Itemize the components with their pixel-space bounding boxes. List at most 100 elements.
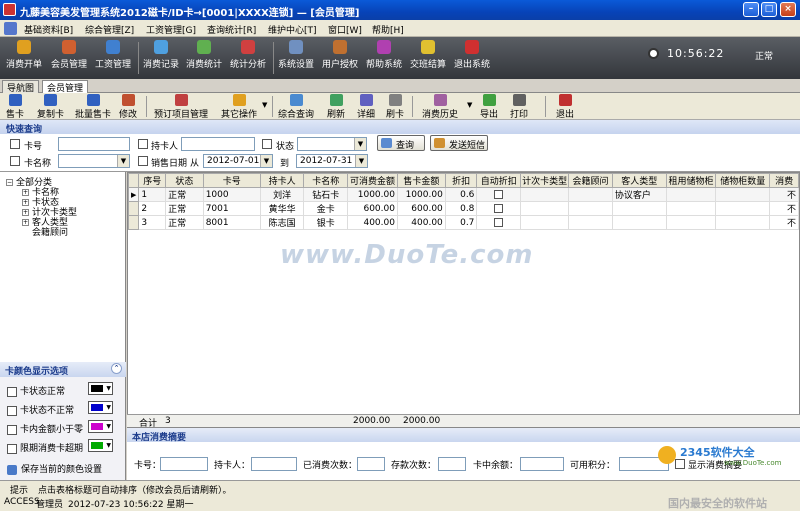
export-button[interactable]: 导出: [480, 94, 498, 120]
col-holder[interactable]: 持卡人: [259, 173, 305, 188]
send-sms-button[interactable]: 发送短信: [430, 135, 488, 151]
color-normal-picker[interactable]: ▼: [88, 382, 113, 395]
col-locker-count[interactable]: 储物柜数量: [715, 173, 771, 188]
menu-window[interactable]: 窗口[W]: [328, 23, 362, 36]
chevron-down-icon[interactable]: ▼: [467, 101, 472, 109]
holder-input[interactable]: [181, 137, 255, 151]
tb-settings-button[interactable]: 系统设置: [278, 40, 314, 70]
minimize-button[interactable]: –: [743, 2, 759, 17]
summary-balance-field[interactable]: [520, 457, 564, 471]
reservation-button[interactable]: 预订项目管理: [154, 94, 208, 120]
menu-salary[interactable]: 工资管理[G]: [146, 23, 196, 36]
color-row-expired[interactable]: 限期消费卡超期: [7, 441, 83, 454]
col-status[interactable]: 状态: [165, 173, 204, 188]
other-ops-button[interactable]: 其它操作: [221, 94, 257, 120]
table-row[interactable]: ▶ 1 正常 1000 刘洋 钻石卡 1000.00 1000.00 0.6 协…: [128, 187, 799, 202]
tab-member-management[interactable]: 会员管理: [42, 80, 89, 94]
cell-seq: 2: [138, 201, 167, 216]
detail-button[interactable]: 详细: [357, 94, 375, 120]
search-button[interactable]: 查询: [377, 135, 425, 151]
color-row-abnormal[interactable]: 卡状态不正常: [7, 403, 74, 416]
auto-discount-checkbox[interactable]: [494, 189, 504, 199]
summary-holder-field[interactable]: [251, 457, 297, 471]
col-count-card-type[interactable]: 计次卡类型: [520, 173, 570, 188]
color-negative-picker[interactable]: ▼: [88, 420, 113, 433]
summary-stored-field[interactable]: [438, 457, 466, 471]
exit-button[interactable]: 退出: [556, 94, 574, 120]
tb-analysis-button[interactable]: 统计分析: [230, 40, 266, 70]
col-seq[interactable]: 序号: [138, 173, 167, 188]
tb-consume-stats-button[interactable]: 消费统计: [186, 40, 222, 70]
menu-help[interactable]: 帮助[H]: [372, 23, 404, 36]
copy-card-button[interactable]: 复制卡: [37, 94, 64, 120]
col-advisor[interactable]: 会籍顾问: [568, 173, 613, 188]
total-sale: 2000.00: [403, 416, 441, 426]
swipe-card-button[interactable]: 刷卡: [386, 94, 404, 120]
tb-shift-button[interactable]: 交班结算: [410, 40, 446, 70]
menu-general[interactable]: 综合管理[Z]: [85, 23, 134, 36]
tab-navigation[interactable]: 导航图: [2, 80, 40, 94]
tb-auth-button[interactable]: 用户授权: [322, 40, 358, 70]
tb-records-button[interactable]: 消费记录: [143, 40, 179, 70]
col-balance[interactable]: 可消费金额: [347, 173, 398, 188]
chevron-down-icon[interactable]: ▼: [355, 155, 367, 167]
tb-salary-button[interactable]: 工资管理: [95, 40, 131, 70]
collapse-panel-icon[interactable]: ⌃: [111, 363, 122, 374]
color-row-negative[interactable]: 卡内金额小于零: [7, 422, 83, 435]
edit-button[interactable]: 修改: [119, 94, 137, 120]
tree-item-advisor[interactable]: 会籍顾问: [32, 225, 68, 238]
col-consume[interactable]: 消费: [769, 173, 799, 188]
tb-checkout-button[interactable]: 消费开单: [6, 40, 42, 70]
auto-discount-checkbox[interactable]: [494, 203, 504, 213]
expand-icon[interactable]: +: [22, 219, 29, 226]
history-button[interactable]: 消费历史: [422, 94, 458, 120]
chevron-down-icon[interactable]: ▼: [260, 155, 272, 167]
print-button[interactable]: 打印: [510, 94, 528, 120]
collapse-icon[interactable]: −: [6, 179, 13, 186]
color-abnormal-checkbox[interactable]: [7, 405, 17, 416]
card-no-checkbox[interactable]: [10, 139, 20, 149]
color-row-normal[interactable]: 卡状态正常: [7, 384, 65, 397]
col-sale-amount[interactable]: 售卡金额: [396, 173, 446, 188]
table-row[interactable]: 2 正常 7001 黄华华 金卡 600.00 600.00 0.8 不: [128, 201, 799, 216]
summary-card-no-field[interactable]: [160, 457, 208, 471]
col-guest-type[interactable]: 客人类型: [611, 173, 667, 188]
color-normal-checkbox[interactable]: [7, 386, 17, 397]
maximize-button[interactable]: □: [761, 2, 777, 17]
tb-help-button[interactable]: 帮助系统: [366, 40, 402, 70]
save-colors-button[interactable]: 保存当前的颜色设置: [7, 462, 102, 475]
summary-balance-label: 卡中余额：: [473, 461, 519, 471]
color-expired-checkbox[interactable]: [7, 443, 17, 454]
tb-member-button[interactable]: 会员管理: [51, 40, 87, 70]
sell-card-button[interactable]: 售卡: [6, 94, 24, 120]
chevron-down-icon[interactable]: ▼: [117, 155, 129, 167]
col-discount[interactable]: 折扣: [444, 173, 478, 188]
card-no-input[interactable]: [58, 137, 130, 151]
cell-status: 正常: [165, 201, 204, 216]
chevron-down-icon[interactable]: ▼: [262, 101, 267, 109]
col-locker[interactable]: 租用储物柜: [665, 173, 717, 188]
menu-maintenance[interactable]: 维护中心[T]: [268, 23, 317, 36]
col-auto-discount[interactable]: 自动折扣: [476, 173, 522, 188]
holder-checkbox[interactable]: [138, 139, 148, 149]
summary-consumed-field[interactable]: [357, 457, 385, 471]
col-card-name[interactable]: 卡名称: [303, 173, 349, 188]
card-name-checkbox[interactable]: [10, 156, 20, 166]
tb-exit-button[interactable]: 退出系统: [454, 40, 490, 70]
col-card-no[interactable]: 卡号: [202, 173, 261, 188]
auto-discount-checkbox[interactable]: [494, 217, 504, 227]
salary-icon: [106, 40, 120, 54]
menu-query-stats[interactable]: 查询统计[R]: [207, 23, 256, 36]
sale-date-checkbox[interactable]: [138, 156, 148, 166]
table-row[interactable]: 3 正常 8001 陈志国 银卡 400.00 400.00 0.7 不: [128, 215, 799, 230]
color-negative-checkbox[interactable]: [7, 424, 17, 435]
close-button[interactable]: ×: [780, 2, 796, 17]
chevron-down-icon[interactable]: ▼: [354, 138, 366, 150]
status-checkbox[interactable]: [262, 139, 272, 149]
color-expired-picker[interactable]: ▼: [88, 439, 113, 452]
batch-sell-button[interactable]: 批量售卡: [75, 94, 111, 120]
menu-basic-data[interactable]: 基础资料[B]: [24, 23, 73, 36]
color-abnormal-picker[interactable]: ▼: [88, 401, 113, 414]
refresh-button[interactable]: 刷新: [327, 94, 345, 120]
combined-query-button[interactable]: 综合查询: [278, 94, 314, 120]
